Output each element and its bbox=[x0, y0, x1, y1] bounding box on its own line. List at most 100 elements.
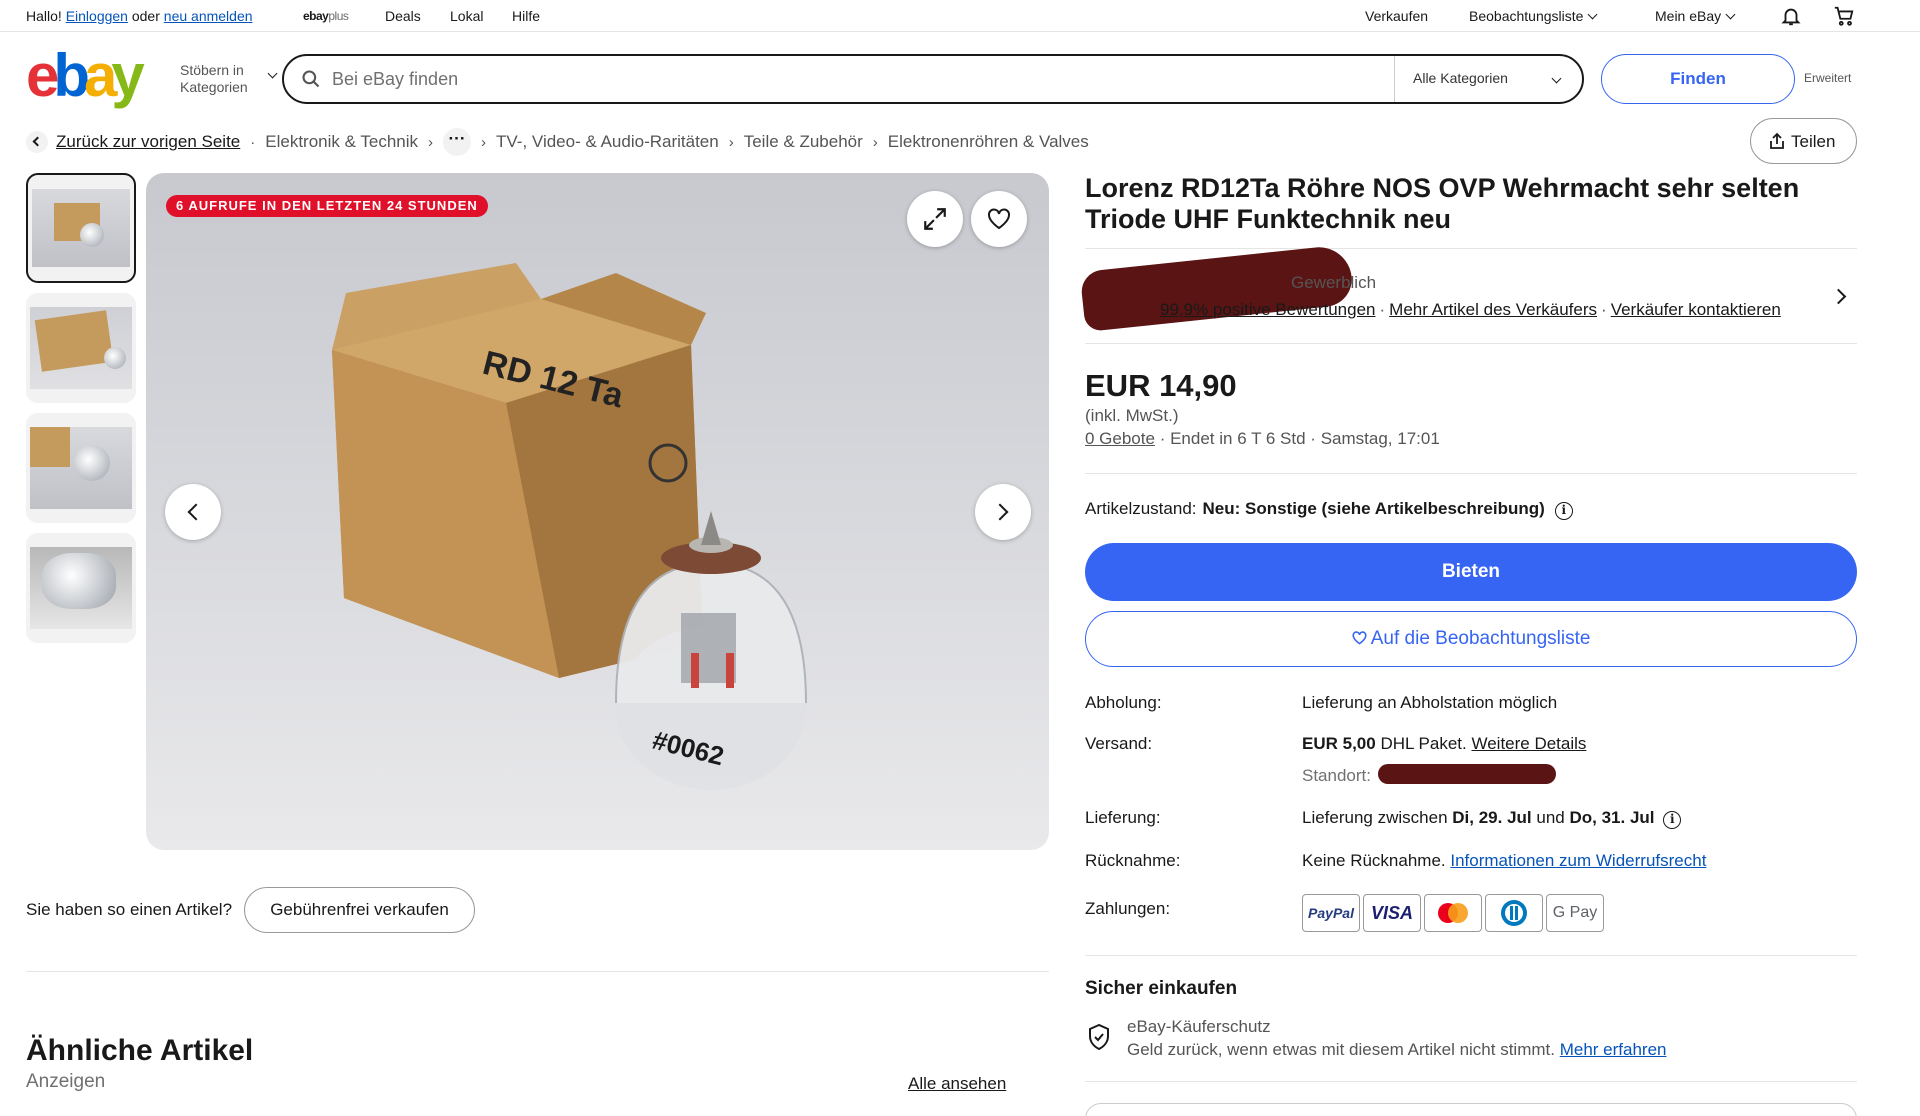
see-all-link[interactable]: Alle ansehen bbox=[908, 1074, 1006, 1094]
next-image-button[interactable] bbox=[975, 484, 1031, 540]
search-button[interactable]: Finden bbox=[1601, 54, 1795, 104]
separator-dot: · bbox=[1601, 300, 1607, 319]
gallery-thumbnail[interactable] bbox=[26, 293, 136, 403]
hilfe-link[interactable]: Hilfe bbox=[512, 8, 540, 24]
breadcrumb-item[interactable]: Elektronik & Technik bbox=[265, 132, 418, 152]
vat-note: (inkl. MwSt.) bbox=[1085, 406, 1179, 425]
learn-more-link[interactable]: Mehr erfahren bbox=[1560, 1040, 1667, 1059]
breadcrumb-item[interactable]: TV-, Video- & Audio-Raritäten bbox=[496, 132, 719, 152]
bids-link[interactable]: 0 Gebote bbox=[1085, 429, 1155, 448]
auction-ends: Endet in 6 T 6 Std bbox=[1170, 429, 1306, 448]
share-label: Teilen bbox=[1791, 132, 1836, 151]
box-shape bbox=[30, 427, 70, 467]
greeting: Hallo! bbox=[26, 8, 62, 24]
chevron-left-icon[interactable] bbox=[26, 131, 48, 153]
bid-button[interactable]: Bieten bbox=[1085, 543, 1857, 601]
add-to-watchlist-button[interactable]: Auf die Beobachtungsliste bbox=[1085, 611, 1857, 667]
tube-shape bbox=[42, 553, 116, 609]
seller-more-items-link[interactable]: Mehr Artikel des Verkäufers bbox=[1389, 300, 1597, 319]
chevron-right-icon: › bbox=[728, 133, 734, 151]
watch-heart-button[interactable] bbox=[971, 191, 1027, 247]
verkaufen-link[interactable]: Verkaufen bbox=[1365, 8, 1428, 24]
chevron-right-icon[interactable] bbox=[1830, 288, 1847, 305]
payment-methods: PayPal VISA G Pay bbox=[1302, 894, 1604, 932]
advanced-search-link[interactable]: Erweitert bbox=[1804, 71, 1851, 85]
divider bbox=[1085, 1081, 1857, 1082]
ebay-logo[interactable]: ebay bbox=[26, 46, 145, 106]
protection-description: Geld zurück, wenn etwas mit diesem Artik… bbox=[1127, 1040, 1555, 1059]
chevron-right-icon: › bbox=[481, 133, 487, 151]
divider bbox=[1085, 955, 1857, 956]
bids-info: 0 Gebote · Endet in 6 T 6 Std · Samstag,… bbox=[1085, 429, 1440, 449]
chevron-down-icon bbox=[1725, 9, 1736, 20]
register-link[interactable]: neu anmelden bbox=[164, 8, 253, 24]
info-icon[interactable]: i bbox=[1663, 811, 1682, 829]
sell-free-button[interactable]: Gebührenfrei verkaufen bbox=[244, 887, 475, 933]
expand-icon bbox=[924, 208, 946, 230]
shipping-value: EUR 5,00 DHL Paket. Weitere Details bbox=[1302, 734, 1586, 754]
payments-label: Zahlungen: bbox=[1085, 899, 1171, 918]
fullscreen-button[interactable] bbox=[907, 191, 963, 247]
gallery-thumbnail[interactable] bbox=[26, 533, 136, 643]
views-badge: 6 AUFRUFE IN DEN LETZTEN 24 STUNDEN bbox=[166, 195, 488, 217]
divider bbox=[1085, 343, 1857, 344]
thumbnail-image bbox=[32, 189, 130, 267]
google-pay-label: G Pay bbox=[1552, 904, 1598, 921]
share-button[interactable]: Teilen bbox=[1750, 118, 1857, 164]
logo-letter: e bbox=[26, 42, 59, 109]
contact-seller-link[interactable]: Verkäufer kontaktieren bbox=[1611, 300, 1781, 319]
category-select[interactable]: Alle Kategorien bbox=[1394, 56, 1582, 102]
search-input[interactable] bbox=[332, 66, 1332, 92]
logo-letter: a bbox=[84, 42, 117, 109]
shield-icon bbox=[1087, 1023, 1111, 1056]
returns-info-link[interactable]: Informationen zum Widerrufsrecht bbox=[1450, 851, 1706, 870]
main-product-image[interactable]: RD 12 Ta #0062 bbox=[146, 173, 1049, 850]
gallery-thumbnail[interactable] bbox=[26, 173, 136, 283]
thumbnail-image bbox=[30, 547, 132, 629]
lokal-link[interactable]: Lokal bbox=[450, 8, 483, 24]
location-label: Standort: bbox=[1302, 766, 1371, 785]
browse-categories-button[interactable]: Stöbern in Kategorien bbox=[180, 62, 278, 96]
delivery-value: Lieferung zwischen Di, 29. Jul und Do, 3… bbox=[1302, 808, 1682, 829]
condition-row: Artikelzustand: Neu: Sonstige (siehe Arti… bbox=[1085, 499, 1573, 520]
logo-letter: b bbox=[53, 42, 90, 109]
separator-dot: · bbox=[1159, 429, 1166, 448]
seller-type: Gewerblich bbox=[1291, 273, 1377, 292]
divider bbox=[1085, 248, 1857, 249]
chevron-down-icon bbox=[267, 68, 278, 79]
auction-end-time: Samstag, 17:01 bbox=[1320, 429, 1440, 448]
heart-icon bbox=[1351, 631, 1367, 645]
login-link[interactable]: Einloggen bbox=[66, 8, 128, 24]
buyer-protection-text: Geld zurück, wenn etwas mit diesem Artik… bbox=[1127, 1040, 1667, 1060]
similar-items-heading: Ähnliche Artikel bbox=[26, 1034, 254, 1067]
bell-icon[interactable] bbox=[1780, 5, 1802, 30]
my-ebay-menu[interactable]: Mein eBay bbox=[1655, 8, 1736, 24]
condition-value: Neu: Sonstige (siehe Artikelbeschreibung… bbox=[1202, 499, 1545, 518]
mastercard-icon bbox=[1424, 894, 1482, 932]
info-icon[interactable]: i bbox=[1554, 502, 1573, 520]
previous-image-button[interactable] bbox=[165, 484, 221, 540]
deals-link[interactable]: Deals bbox=[385, 8, 421, 24]
watchlist-menu[interactable]: Beobachtungsliste bbox=[1469, 8, 1598, 24]
ebayplus-link[interactable]: ebayplus bbox=[303, 9, 349, 23]
cart-icon[interactable] bbox=[1832, 5, 1856, 30]
more-dots-icon[interactable]: ··· bbox=[443, 128, 472, 156]
paypal-icon: PayPal bbox=[1302, 894, 1360, 932]
shipping-details-link[interactable]: Weitere Details bbox=[1471, 734, 1586, 753]
separator-dot: · bbox=[250, 133, 256, 151]
search-bar: Alle Kategorien bbox=[282, 54, 1584, 104]
chevron-right-icon: › bbox=[428, 133, 434, 151]
back-link[interactable]: Zurück zur vorigen Seite bbox=[56, 132, 240, 152]
tube-shape bbox=[74, 445, 110, 481]
visa-label: VISA bbox=[1370, 902, 1413, 923]
breadcrumb-item[interactable]: Teile & Zubehör bbox=[744, 132, 863, 152]
chevron-right-icon bbox=[991, 503, 1009, 521]
tube-shape bbox=[80, 223, 104, 247]
delivery-label: Lieferung: bbox=[1085, 808, 1161, 827]
or-text: oder bbox=[131, 8, 160, 24]
ebayplus-brand: ebay bbox=[303, 9, 329, 23]
breadcrumb-item[interactable]: Elektronenröhren & Valves bbox=[888, 132, 1089, 152]
seller-feedback-link[interactable]: 99,9% positive Bewertungen bbox=[1160, 300, 1375, 319]
gallery-thumbnail[interactable] bbox=[26, 413, 136, 523]
ebayplus-plus: plus bbox=[328, 9, 349, 23]
